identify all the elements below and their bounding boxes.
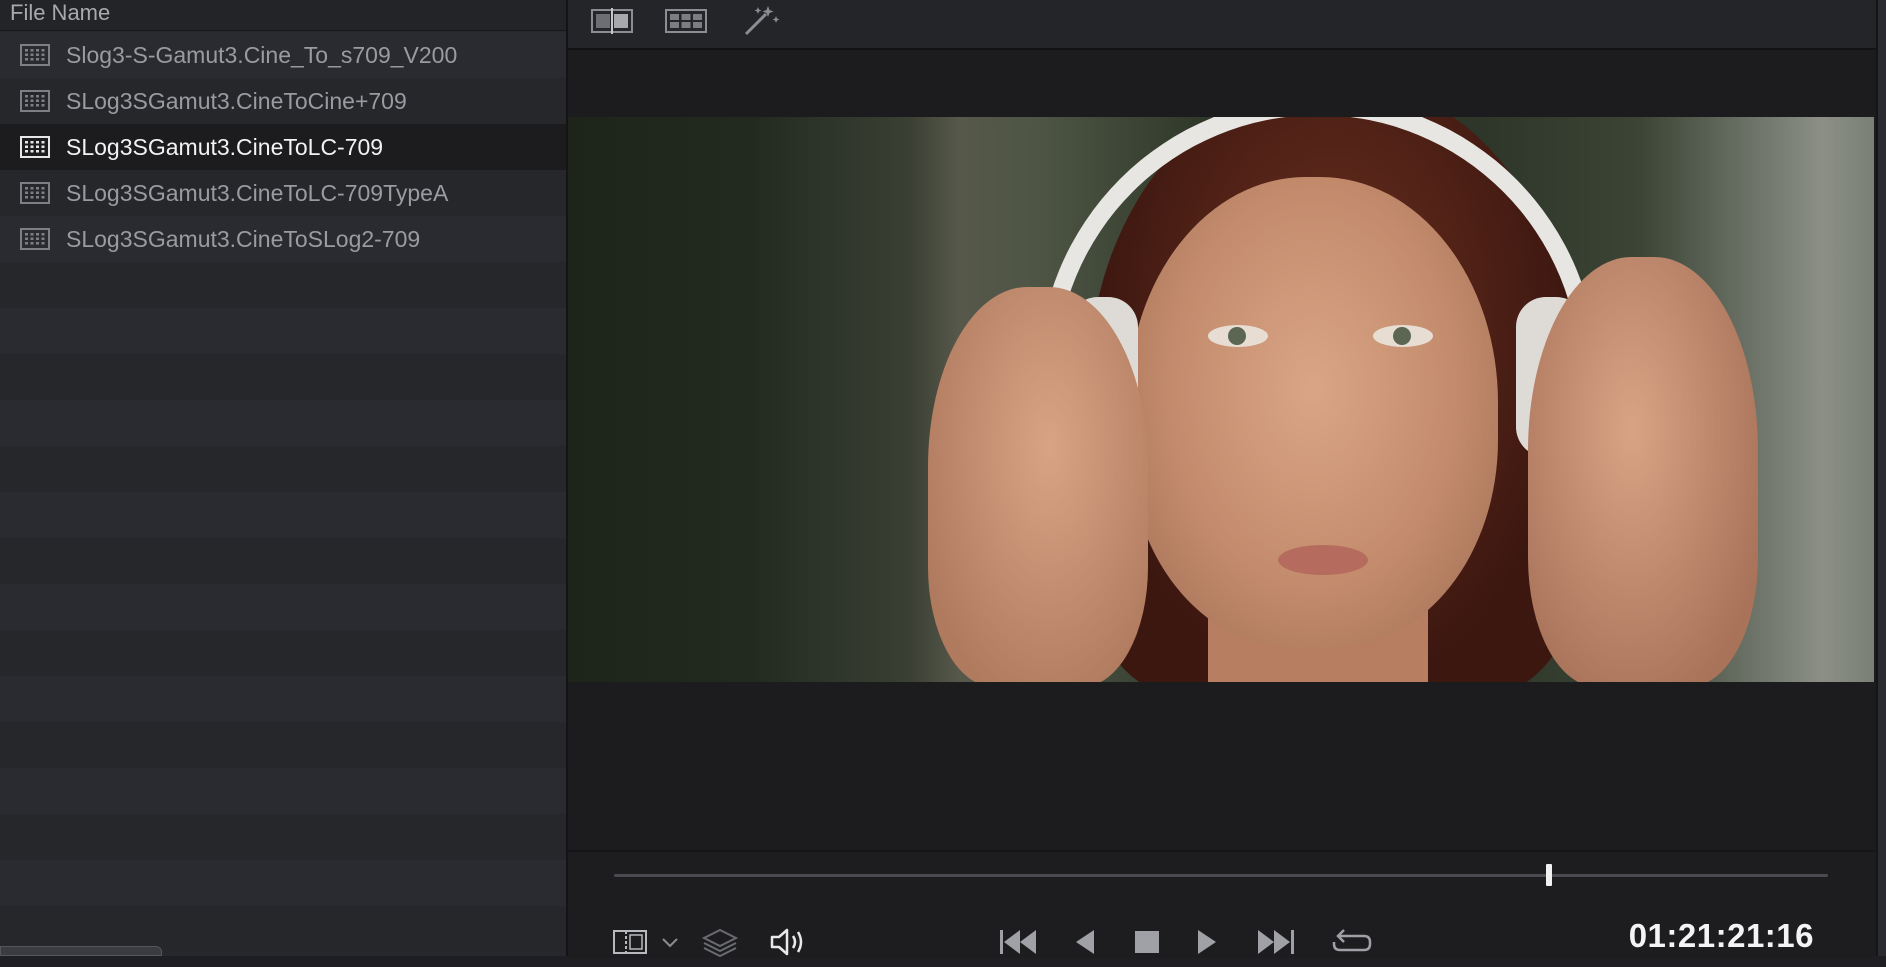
lut-list-item[interactable]: Slog3-S-Gamut3.Cine_To_s709_V200 (0, 32, 566, 78)
lut-list-item[interactable]: SLog3SGamut3.CineToLC-709 (0, 124, 566, 170)
lut-list-item[interactable]: SLog3SGamut3.CineToLC-709TypeA (0, 170, 566, 216)
skip-to-end-icon[interactable] (1254, 922, 1298, 962)
split-view-icon[interactable] (590, 4, 634, 38)
woman-with-headphones-frame (568, 117, 1874, 682)
viewer-panel: 01:21:21:16 (568, 0, 1876, 958)
empty-list-row (0, 860, 566, 906)
horizontal-scrollbar[interactable] (0, 946, 162, 956)
lut-browser-panel: File Name Slog3-S-Gamut3.Cine_To_s709_V2… (0, 0, 566, 956)
lut-grid-icon (20, 228, 50, 250)
lut-list-item[interactable]: SLog3SGamut3.CineToCine+709 (0, 78, 566, 124)
empty-list-row (0, 308, 566, 354)
right-panel-edge (1876, 0, 1886, 956)
empty-list-row (0, 768, 566, 814)
playhead-handle[interactable] (1545, 864, 1552, 886)
lut-list-item-label: SLog3SGamut3.CineToLC-709 (66, 134, 384, 160)
volume-icon[interactable] (768, 922, 808, 962)
empty-list-row (0, 400, 566, 446)
loop-icon[interactable] (1330, 922, 1374, 962)
layers-icon[interactable] (701, 922, 739, 962)
lut-list-item-label: SLog3SGamut3.CineToSLog2-709 (66, 226, 421, 252)
viewer-mode-icon[interactable] (612, 922, 648, 962)
lut-list-item-label: Slog3-S-Gamut3.Cine_To_s709_V200 (66, 42, 458, 68)
empty-list-row (0, 354, 566, 400)
file-name-column-header[interactable]: File Name (0, 0, 566, 31)
empty-list-row (0, 814, 566, 860)
step-back-icon[interactable] (1070, 922, 1100, 962)
transport-controls: 01:21:21:16 (568, 850, 1874, 958)
viewer-toolbar (568, 0, 1876, 50)
lut-grid-icon (20, 90, 50, 112)
lut-list-item-label: SLog3SGamut3.CineToCine+709 (66, 88, 407, 114)
timecode-display: 01:21:21:16 (1628, 917, 1814, 954)
magic-wand-icon[interactable] (738, 4, 782, 38)
grid-view-icon[interactable] (664, 4, 708, 38)
empty-list-row (0, 538, 566, 584)
lut-grid-icon (20, 182, 50, 204)
empty-list-row (0, 492, 566, 538)
chevron-down-icon[interactable] (660, 922, 680, 962)
empty-list-row (0, 262, 566, 308)
empty-list-row (0, 446, 566, 492)
lut-grid-icon (20, 44, 50, 66)
empty-list-row (0, 630, 566, 676)
file-name-header-label: File Name (10, 0, 111, 25)
lut-list-item[interactable]: SLog3SGamut3.CineToSLog2-709 (0, 216, 566, 262)
empty-list-row (0, 722, 566, 768)
empty-list-row (0, 676, 566, 722)
empty-list-row (0, 584, 566, 630)
timeline-scrubber[interactable] (614, 874, 1828, 877)
lut-list-item-label: SLog3SGamut3.CineToLC-709TypeA (66, 180, 449, 206)
stop-icon[interactable] (1132, 922, 1162, 962)
play-icon[interactable] (1192, 922, 1222, 962)
lut-grid-icon (20, 136, 50, 158)
skip-to-start-icon[interactable] (996, 922, 1040, 962)
